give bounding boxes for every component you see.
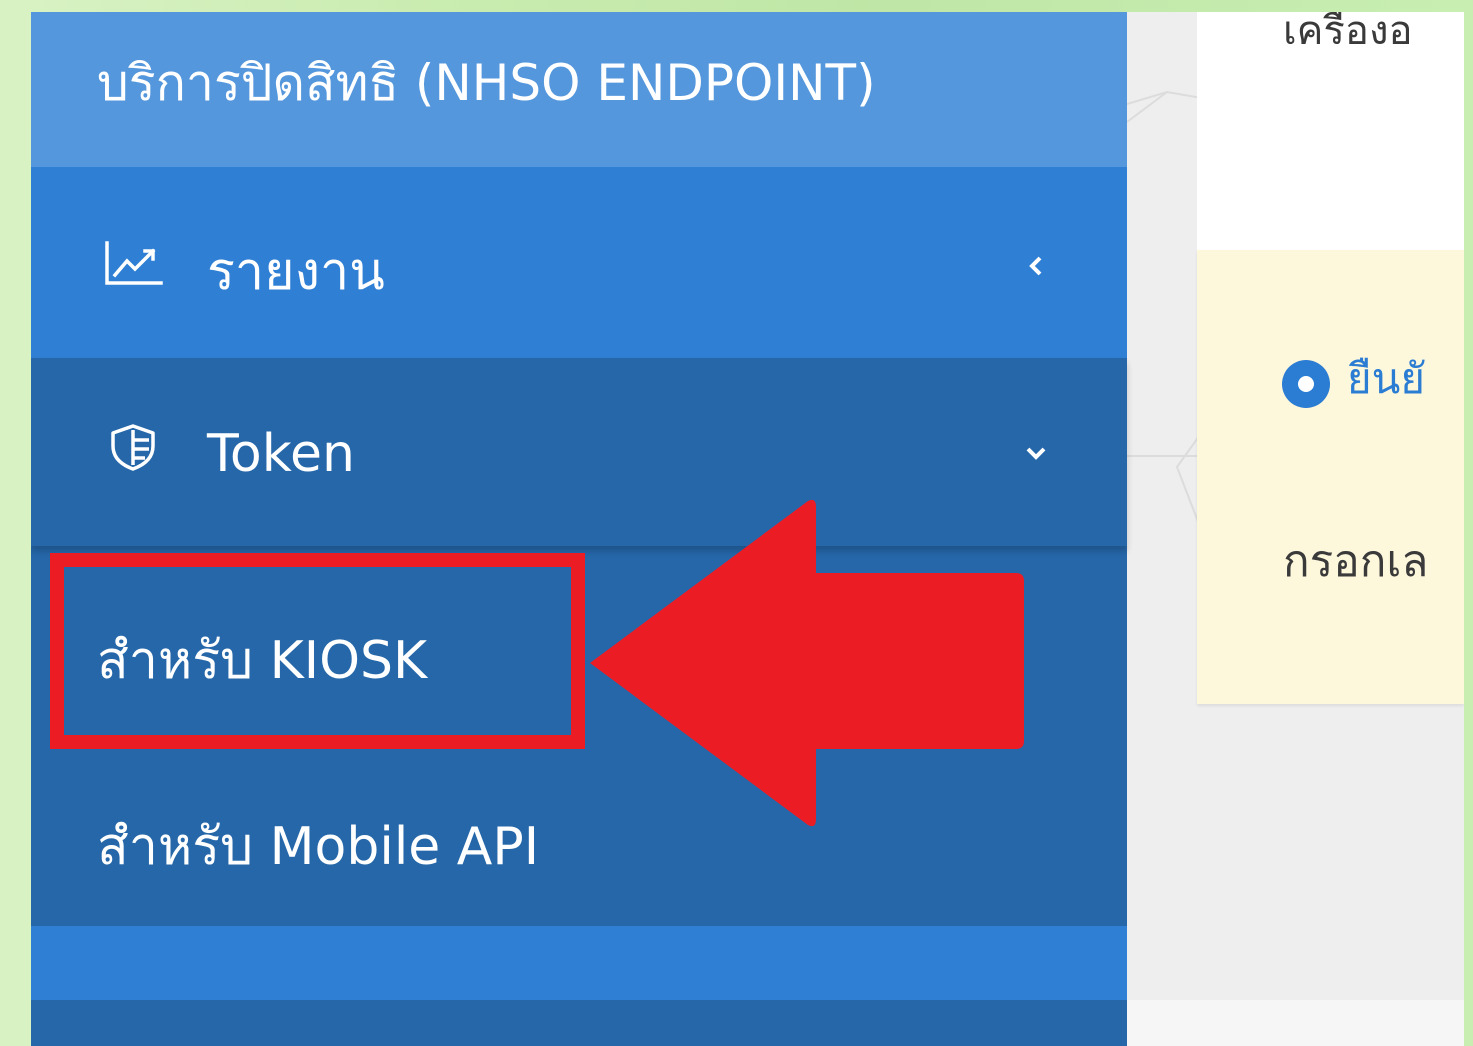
sidebar-item-report[interactable]: รายงาน: [31, 167, 1127, 358]
annotation-arrow-left-icon: [590, 499, 1024, 827]
sidebar-item-label: Token: [207, 424, 355, 484]
chevron-left-icon: [1029, 256, 1042, 276]
sidebar-item-next[interactable]: [31, 926, 1127, 1000]
confirm-radio-label: ยืนยั: [1347, 354, 1425, 403]
card-title-text: เครื่องอ: [1283, 12, 1413, 54]
confirm-panel: ยืนยั กรอกเล: [1197, 250, 1464, 704]
main-content: เครื่องอ ยืนยั กรอกเล: [1127, 12, 1464, 1046]
chevron-down-icon: [1026, 447, 1046, 460]
line-chart-icon: [105, 241, 163, 285]
sidebar-subitem-label: สำหรับ Mobile API: [97, 817, 540, 877]
sidebar-item-more[interactable]: [31, 1000, 1127, 1046]
sidebar-item-label: รายงาน: [207, 242, 385, 302]
sidebar-title: บริการปิดสิทธิ (NHSO ENDPOINT): [97, 54, 876, 112]
sidebar-header[interactable]: บริการปิดสิทธิ (NHSO ENDPOINT): [31, 12, 1127, 167]
input-prompt: กรอกเล: [1283, 536, 1429, 587]
content-footer: [1127, 1000, 1464, 1046]
annotation-highlight-box: [50, 553, 585, 749]
shield-icon: [111, 424, 155, 471]
confirm-radio[interactable]: [1282, 360, 1330, 408]
